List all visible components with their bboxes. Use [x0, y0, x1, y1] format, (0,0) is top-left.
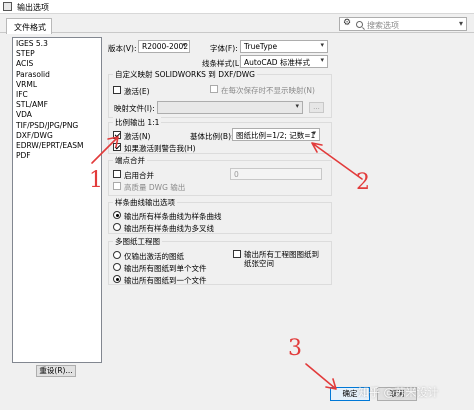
arrow-1: [91, 136, 119, 164]
arrow-3: [305, 363, 337, 390]
annotation-1: 1: [89, 168, 103, 193]
watermark: 知乎 @苏米设计: [358, 386, 439, 399]
annotation-arrows: [91, 136, 363, 390]
arrow-2: [311, 142, 363, 180]
annotation-2: 2: [356, 170, 370, 195]
annotation-3: 3: [288, 336, 302, 361]
